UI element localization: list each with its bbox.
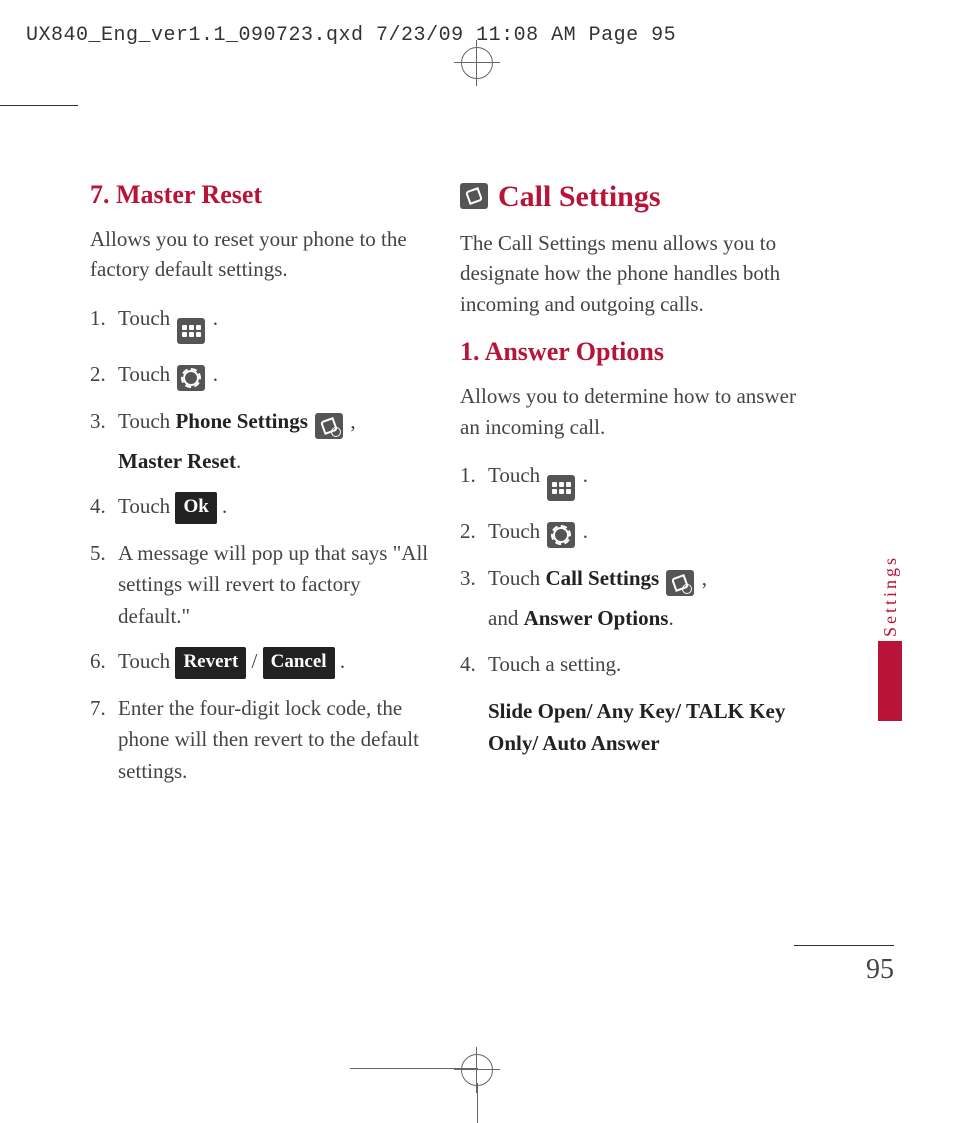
ok-button-graphic: Ok bbox=[175, 492, 216, 524]
step-text: Touch a setting. bbox=[488, 652, 621, 676]
crop-rule-left bbox=[0, 105, 78, 106]
step-3: Touch Phone Settings , Master Reset. bbox=[90, 406, 430, 478]
step-text: Touch bbox=[488, 519, 545, 543]
apps-grid-icon bbox=[177, 318, 205, 344]
bold-label: Call Settings bbox=[545, 566, 659, 590]
answer-options-list: Slide Open/ Any Key/ TALK Key Only/ Auto… bbox=[488, 696, 800, 759]
page-number-rule bbox=[794, 945, 894, 946]
left-column: 7. Master Reset Allows you to reset your… bbox=[90, 180, 430, 801]
step-text: . bbox=[222, 494, 227, 518]
step-text: Touch bbox=[118, 362, 175, 386]
step-4: Touch a setting. Slide Open/ Any Key/ TA… bbox=[460, 649, 800, 760]
crop-rule-bottom-v bbox=[477, 1083, 478, 1123]
right-column: Call Settings The Call Settings menu all… bbox=[460, 180, 800, 801]
print-header: UX840_Eng_ver1.1_090723.qxd 7/23/09 11:0… bbox=[26, 24, 676, 47]
call-settings-icon bbox=[666, 570, 694, 596]
step-2: Touch . bbox=[90, 359, 430, 392]
revert-button-graphic: Revert bbox=[175, 647, 246, 679]
apps-grid-icon bbox=[547, 475, 575, 501]
step-text: / bbox=[252, 649, 263, 673]
step-text: Touch bbox=[488, 463, 545, 487]
step-text: . bbox=[340, 649, 345, 673]
step-text: Touch bbox=[118, 306, 175, 330]
steps-answer-options: Touch . Touch . Touch Call Settings , an… bbox=[460, 460, 800, 759]
step-text: , bbox=[350, 409, 355, 433]
steps-master-reset: Touch . Touch . Touch Phone Settings , M… bbox=[90, 303, 430, 788]
page-number: 95 bbox=[794, 954, 894, 986]
step-text: . bbox=[236, 449, 241, 473]
gear-icon bbox=[177, 365, 205, 391]
bold-label: Phone Settings bbox=[175, 409, 307, 433]
phone-settings-icon bbox=[315, 413, 343, 439]
step-text: . bbox=[213, 362, 218, 386]
step-7: Enter the four-digit lock code, the phon… bbox=[90, 693, 430, 788]
step-text: and bbox=[488, 606, 524, 630]
bold-label: Master Reset bbox=[118, 449, 236, 473]
step-1: Touch . bbox=[460, 460, 800, 502]
heading-master-reset: 7. Master Reset bbox=[90, 180, 430, 210]
bold-label: Answer Options bbox=[524, 606, 669, 630]
intro-call-settings: The Call Settings menu allows you to des… bbox=[460, 228, 800, 319]
step-text: Touch bbox=[118, 494, 175, 518]
step-text: , bbox=[702, 566, 707, 590]
side-tab-label: Settings bbox=[880, 555, 901, 637]
call-icon bbox=[460, 183, 488, 209]
heading-answer-options: 1. Answer Options bbox=[460, 337, 800, 367]
step-3: Touch Call Settings , and Answer Options… bbox=[460, 563, 800, 635]
intro-master-reset: Allows you to reset your phone to the fa… bbox=[90, 224, 430, 285]
step-text: . bbox=[213, 306, 218, 330]
registration-mark-top bbox=[454, 40, 500, 86]
step-text: Touch bbox=[118, 409, 175, 433]
side-tab-bar bbox=[878, 641, 902, 721]
heading-text: Call Settings bbox=[498, 180, 661, 214]
crop-rule-bottom-h bbox=[350, 1068, 478, 1069]
step-text: Touch bbox=[488, 566, 545, 590]
side-tab: Settings bbox=[878, 555, 902, 721]
heading-call-settings: Call Settings bbox=[460, 180, 800, 214]
cancel-button-graphic: Cancel bbox=[263, 647, 335, 679]
intro-answer-options: Allows you to determine how to answer an… bbox=[460, 381, 800, 442]
step-text: . bbox=[583, 519, 588, 543]
page-number-box: 95 bbox=[794, 945, 894, 986]
step-6: Touch Revert / Cancel . bbox=[90, 646, 430, 679]
gear-icon bbox=[547, 522, 575, 548]
step-5: A message will pop up that says "All set… bbox=[90, 538, 430, 633]
step-4: Touch Ok . bbox=[90, 491, 430, 524]
step-text: . bbox=[583, 463, 588, 487]
step-1: Touch . bbox=[90, 303, 430, 345]
step-text: . bbox=[668, 606, 673, 630]
step-text: Touch bbox=[118, 649, 175, 673]
page-content: 7. Master Reset Allows you to reset your… bbox=[90, 180, 870, 801]
step-2: Touch . bbox=[460, 516, 800, 549]
